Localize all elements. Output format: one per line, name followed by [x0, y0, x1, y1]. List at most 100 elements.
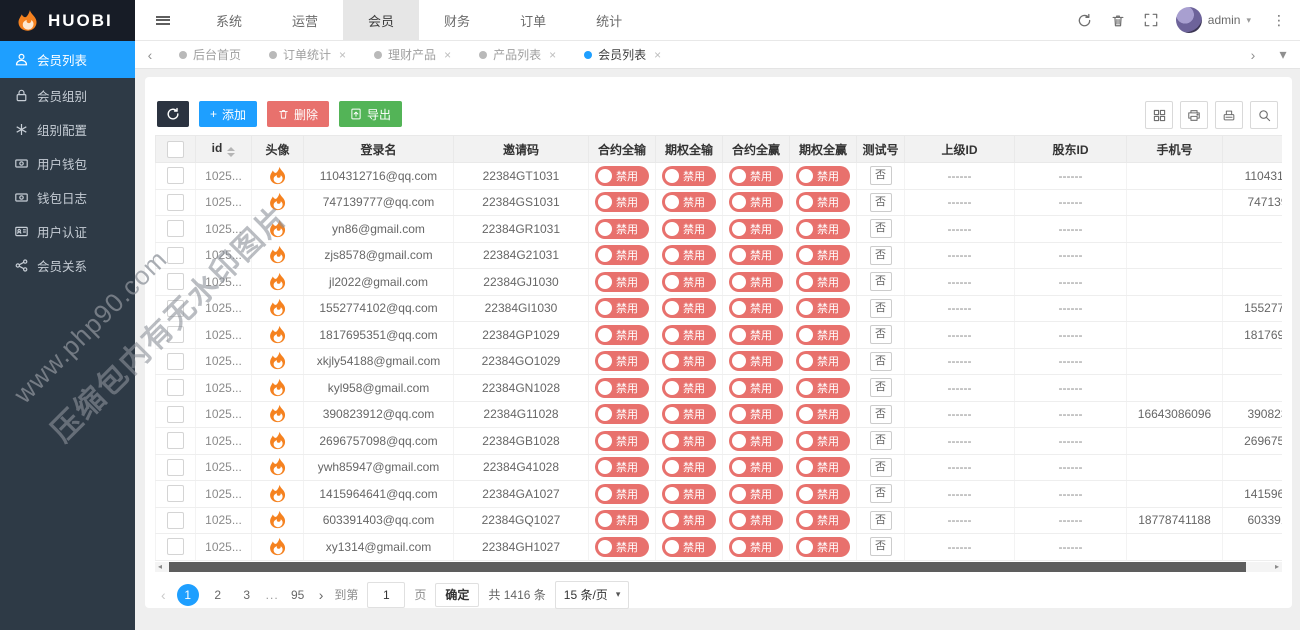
toggle-disabled[interactable]: 禁用: [595, 325, 649, 345]
toggle-disabled[interactable]: 禁用: [796, 272, 850, 292]
toggle-disabled[interactable]: 禁用: [796, 351, 850, 371]
toggle-disabled[interactable]: 禁用: [662, 325, 716, 345]
nav-item-finance[interactable]: 财务: [419, 0, 495, 40]
toggle-disabled[interactable]: 禁用: [662, 537, 716, 557]
toggle-disabled[interactable]: 禁用: [662, 484, 716, 504]
row-checkbox[interactable]: [167, 432, 184, 449]
prev-page-icon[interactable]: ‹: [159, 587, 168, 603]
toggle-disabled[interactable]: 禁用: [796, 298, 850, 318]
scroll-right-arrow-icon[interactable]: ▸: [1275, 563, 1279, 571]
row-checkbox[interactable]: [167, 512, 184, 529]
nav-item-order[interactable]: 订单: [495, 0, 571, 40]
toggle-disabled[interactable]: 禁用: [595, 166, 649, 186]
toggle-disabled[interactable]: 禁用: [595, 272, 649, 292]
nav-item-member[interactable]: 会员: [343, 0, 419, 40]
toggle-disabled[interactable]: 禁用: [729, 351, 783, 371]
toggle-disabled[interactable]: 禁用: [796, 219, 850, 239]
row-checkbox[interactable]: [167, 247, 184, 264]
toggle-disabled[interactable]: 禁用: [595, 378, 649, 398]
brand[interactable]: HUOBI: [0, 0, 135, 41]
tab-finance-products[interactable]: 理财产品 ×: [360, 41, 465, 68]
toggle-disabled[interactable]: 禁用: [796, 457, 850, 477]
row-checkbox[interactable]: [167, 326, 184, 343]
toggle-disabled[interactable]: 禁用: [595, 431, 649, 451]
column-header[interactable]: 股东ID: [1015, 136, 1127, 163]
tab-close-icon[interactable]: ×: [654, 48, 661, 62]
sidebar-item-user-verify[interactable]: 用户认证: [0, 214, 135, 248]
toggle-disabled[interactable]: 禁用: [796, 537, 850, 557]
menu-collapse-icon[interactable]: [135, 0, 191, 40]
row-checkbox[interactable]: [167, 459, 184, 476]
column-header[interactable]: 登录名: [304, 136, 454, 163]
sidebar-item-member-group[interactable]: 会员组别: [0, 78, 135, 112]
horizontal-scrollbar[interactable]: ◂ ▸: [155, 562, 1282, 572]
toggle-disabled[interactable]: 禁用: [595, 537, 649, 557]
more-options-icon[interactable]: ⋮: [1268, 12, 1290, 29]
toggle-disabled[interactable]: 禁用: [796, 192, 850, 212]
column-header[interactable]: 头像: [252, 136, 304, 163]
toggle-disabled[interactable]: 禁用: [729, 192, 783, 212]
tab-close-icon[interactable]: ×: [444, 48, 451, 62]
toggle-disabled[interactable]: 禁用: [662, 378, 716, 398]
row-checkbox[interactable]: [167, 353, 184, 370]
sort-icon[interactable]: [227, 147, 235, 157]
toggle-disabled[interactable]: 禁用: [662, 166, 716, 186]
tabs-scroll-right-icon[interactable]: ›: [1238, 41, 1268, 68]
toggle-disabled[interactable]: 禁用: [662, 510, 716, 530]
sidebar-item-member-list[interactable]: 会员列表: [0, 41, 135, 78]
sidebar-item-user-wallet[interactable]: 用户钱包: [0, 146, 135, 180]
tab-close-icon[interactable]: ×: [549, 48, 556, 62]
toggle-disabled[interactable]: 禁用: [662, 351, 716, 371]
column-header[interactable]: 邀请码: [454, 136, 589, 163]
toggle-disabled[interactable]: 禁用: [662, 431, 716, 451]
nav-item-stats[interactable]: 统计: [571, 0, 647, 40]
toggle-disabled[interactable]: 禁用: [729, 166, 783, 186]
toggle-disabled[interactable]: 禁用: [729, 484, 783, 504]
user-menu[interactable]: admin ▾: [1176, 7, 1251, 33]
toggle-disabled[interactable]: 禁用: [796, 484, 850, 504]
tab-product-list[interactable]: 产品列表 ×: [465, 41, 570, 68]
page-1[interactable]: 1: [177, 584, 199, 606]
nav-item-operation[interactable]: 运营: [267, 0, 343, 40]
column-header[interactable]: 期权全赢: [790, 136, 857, 163]
delete-button[interactable]: 删除: [267, 101, 329, 127]
toggle-disabled[interactable]: 禁用: [662, 457, 716, 477]
column-header[interactable]: 期权全输: [656, 136, 723, 163]
toggle-disabled[interactable]: 禁用: [729, 325, 783, 345]
row-checkbox[interactable]: [167, 406, 184, 423]
toggle-disabled[interactable]: 禁用: [729, 298, 783, 318]
refresh-icon[interactable]: [1077, 12, 1093, 28]
refresh-button[interactable]: [157, 101, 189, 127]
add-button[interactable]: + 添加: [199, 101, 257, 127]
goto-page-input[interactable]: [367, 582, 405, 608]
toggle-disabled[interactable]: 禁用: [662, 192, 716, 212]
toggle-disabled[interactable]: 禁用: [796, 378, 850, 398]
toggle-disabled[interactable]: 禁用: [662, 298, 716, 318]
toggle-disabled[interactable]: 禁用: [729, 272, 783, 292]
scrollbar-thumb[interactable]: [169, 562, 1246, 572]
tabs-menu-icon[interactable]: ▾: [1268, 41, 1298, 68]
page-size-select[interactable]: 15 条/页 ▾: [555, 581, 630, 609]
column-header[interactable]: 测试号: [857, 136, 905, 163]
toggle-disabled[interactable]: 禁用: [729, 404, 783, 424]
fullscreen-icon[interactable]: [1143, 12, 1159, 28]
toggle-disabled[interactable]: 禁用: [796, 431, 850, 451]
tab-order-stats[interactable]: 订单统计 ×: [255, 41, 360, 68]
print-button[interactable]: [1180, 101, 1208, 129]
toggle-disabled[interactable]: 禁用: [729, 378, 783, 398]
toggle-disabled[interactable]: 禁用: [662, 245, 716, 265]
page-95[interactable]: 95: [288, 588, 308, 602]
column-header[interactable]: 合约全赢: [723, 136, 790, 163]
page-3[interactable]: 3: [237, 588, 257, 602]
toggle-disabled[interactable]: 禁用: [729, 431, 783, 451]
column-header[interactable]: id: [196, 136, 252, 163]
scroll-left-arrow-icon[interactable]: ◂: [158, 563, 162, 571]
column-header[interactable]: 手机号: [1127, 136, 1223, 163]
row-checkbox[interactable]: [167, 300, 184, 317]
toggle-disabled[interactable]: 禁用: [729, 457, 783, 477]
export-data-button[interactable]: [1215, 101, 1243, 129]
column-header[interactable]: 上级ID: [905, 136, 1015, 163]
toggle-disabled[interactable]: 禁用: [595, 192, 649, 212]
row-checkbox[interactable]: [167, 379, 184, 396]
export-button[interactable]: 导出: [339, 101, 402, 127]
